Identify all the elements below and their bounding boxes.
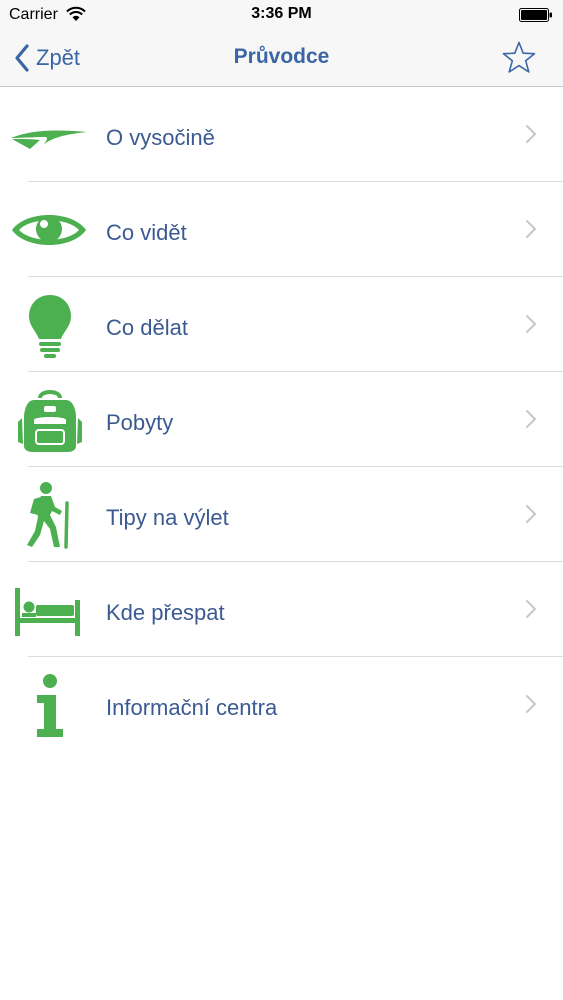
- chevron-right-icon: [526, 125, 536, 143]
- menu-item-label: Informační centra: [106, 695, 278, 720]
- chevron-right-icon: [526, 315, 536, 333]
- menu-item-label: Co dělat: [106, 315, 188, 340]
- hiker-icon: [27, 482, 69, 549]
- menu-item-label: O vysočině: [106, 125, 215, 150]
- page-title: Průvodce: [233, 45, 330, 68]
- menu-item-informacni-centra[interactable]: Informační centra: [0, 657, 563, 752]
- status-bar: Carrier 3:36 PM: [0, 0, 563, 30]
- menu-list: O vysočině Co vidět Co dělat Pobyty Tipy…: [0, 87, 563, 752]
- battery-icon: [519, 8, 552, 22]
- menu-item-o-vysocine[interactable]: O vysočině: [0, 87, 563, 182]
- menu-item-tipy-na-vylet[interactable]: Tipy na výlet: [0, 467, 563, 562]
- bed-icon: [15, 588, 80, 636]
- chevron-right-icon: [526, 505, 536, 523]
- chevron-right-icon: [526, 600, 536, 618]
- menu-item-co-delat[interactable]: Co dělat: [0, 277, 563, 372]
- chevron-right-icon: [526, 220, 536, 238]
- lightbulb-icon: [29, 295, 71, 358]
- eye-icon: [12, 215, 86, 245]
- chevron-right-icon: [526, 695, 536, 713]
- menu-item-label: Tipy na výlet: [106, 505, 229, 530]
- menu-item-label: Co vidět: [106, 220, 187, 245]
- navigation-bar: Zpět Průvodce: [0, 30, 563, 87]
- status-time: 3:36 PM: [251, 5, 312, 22]
- vysocina-logo-icon: [11, 130, 87, 149]
- menu-item-kde-prespat[interactable]: Kde přespat: [0, 562, 563, 657]
- chevron-right-icon: [526, 410, 536, 428]
- menu-item-label: Kde přespat: [106, 600, 225, 625]
- backpack-icon: [18, 390, 82, 452]
- info-icon: [37, 674, 63, 737]
- menu-item-co-videt[interactable]: Co vidět: [0, 182, 563, 277]
- menu-item-label: Pobyty: [106, 410, 174, 435]
- star-icon[interactable]: [501, 40, 537, 76]
- menu-item-pobyty[interactable]: Pobyty: [0, 372, 563, 467]
